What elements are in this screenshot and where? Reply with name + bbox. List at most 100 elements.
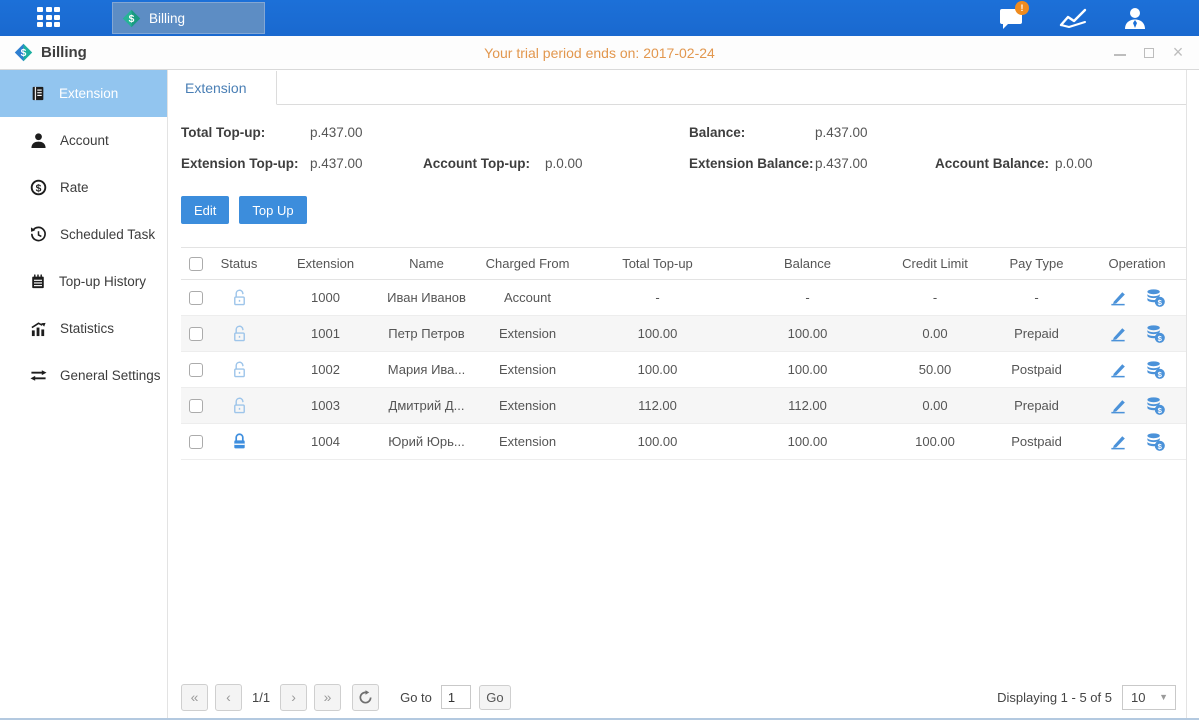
lock-open-icon xyxy=(231,289,248,304)
ledger-icon xyxy=(30,85,46,102)
cell-pay-type: Postpaid xyxy=(985,352,1088,388)
maximize-button[interactable] xyxy=(1142,46,1156,60)
main-panel: Extension Total Top-up: p.437.00 Balance… xyxy=(168,70,1187,718)
sidebar-item-label: Rate xyxy=(60,180,89,195)
column-header-name[interactable]: Name xyxy=(383,248,470,280)
last-page-button[interactable]: » xyxy=(314,684,341,711)
edit-button[interactable]: Edit xyxy=(181,196,229,224)
extension-topup-label: Extension Top-up: xyxy=(181,156,310,171)
cell-name: Мария Ива... xyxy=(383,352,470,388)
table-body: 1000 Иван Иванов Account - - - - $ xyxy=(181,280,1186,460)
cell-total-topup: - xyxy=(585,280,730,316)
top-up-row-icon[interactable]: $ xyxy=(1145,432,1166,452)
next-page-button[interactable]: › xyxy=(280,684,307,711)
edit-row-icon[interactable] xyxy=(1108,396,1128,415)
sidebar-item-account[interactable]: Account xyxy=(0,117,167,164)
cell-charged-from: Extension xyxy=(470,388,585,424)
column-header-status[interactable]: Status xyxy=(210,248,268,280)
table-row[interactable]: 1003 Дмитрий Д... Extension 112.00 112.0… xyxy=(181,388,1186,424)
refresh-button[interactable] xyxy=(352,684,379,711)
minimize-button[interactable] xyxy=(1113,46,1127,60)
svg-text:$: $ xyxy=(21,48,27,59)
first-page-button[interactable]: « xyxy=(181,684,208,711)
go-button[interactable]: Go xyxy=(479,685,511,710)
cell-credit-limit: - xyxy=(885,280,985,316)
cell-charged-from: Extension xyxy=(470,424,585,460)
cell-name: Дмитрий Д... xyxy=(383,388,470,424)
tab-extension[interactable]: Extension xyxy=(168,71,277,105)
goto-page-input[interactable] xyxy=(441,685,471,709)
page-indicator: 1/1 xyxy=(252,690,270,705)
cell-balance: - xyxy=(730,280,885,316)
cell-balance: 112.00 xyxy=(730,388,885,424)
row-checkbox[interactable] xyxy=(189,399,203,413)
notepad-icon xyxy=(30,273,46,290)
reports-chart-icon[interactable] xyxy=(1057,5,1089,31)
select-all-checkbox[interactable] xyxy=(189,257,203,271)
row-checkbox[interactable] xyxy=(189,363,203,377)
top-up-row-icon[interactable]: $ xyxy=(1145,396,1166,416)
stats-icon xyxy=(30,320,47,337)
displaying-range-text: Displaying 1 - 5 of 5 xyxy=(997,690,1112,705)
notification-badge: ! xyxy=(1015,1,1029,15)
column-header-credit-limit[interactable]: Credit Limit xyxy=(885,248,985,280)
sidebar-item-extension[interactable]: Extension xyxy=(0,70,167,117)
cell-extension: 1002 xyxy=(268,352,383,388)
messages-icon[interactable]: ! xyxy=(995,5,1027,31)
top-up-button[interactable]: Top Up xyxy=(239,196,306,224)
column-header-pay-type[interactable]: Pay Type xyxy=(985,248,1088,280)
prev-page-button[interactable]: ‹ xyxy=(215,684,242,711)
pagination-bar: « ‹ 1/1 › » Go to Go Displaying 1 - 5 of… xyxy=(181,682,1176,712)
page-size-select[interactable]: 10 ▼ xyxy=(1122,685,1176,710)
close-button[interactable]: × xyxy=(1171,46,1185,60)
sidebar-item-statistics[interactable]: Statistics xyxy=(0,305,167,352)
extensions-table: Status Extension Name Charged From Total… xyxy=(181,247,1186,460)
table-row[interactable]: 1000 Иван Иванов Account - - - - $ xyxy=(181,280,1186,316)
cell-total-topup: 100.00 xyxy=(585,352,730,388)
sidebar-item-scheduled-task[interactable]: Scheduled Task xyxy=(0,211,167,258)
person-icon xyxy=(30,132,47,149)
edit-row-icon[interactable] xyxy=(1108,432,1128,451)
user-account-icon[interactable] xyxy=(1119,5,1151,31)
column-header-operation[interactable]: Operation xyxy=(1088,248,1186,280)
sidebar-item-rate[interactable]: $ Rate xyxy=(0,164,167,211)
top-up-row-icon[interactable]: $ xyxy=(1145,288,1166,308)
table-row[interactable]: 1001 Петр Петров Extension 100.00 100.00… xyxy=(181,316,1186,352)
sidebar-item-general-settings[interactable]: General Settings xyxy=(0,352,167,399)
cell-name: Юрий Юрь... xyxy=(383,424,470,460)
billing-diamond-icon: $ xyxy=(14,43,33,62)
cell-extension: 1003 xyxy=(268,388,383,424)
edit-row-icon[interactable] xyxy=(1108,288,1128,307)
cell-credit-limit: 50.00 xyxy=(885,352,985,388)
row-checkbox[interactable] xyxy=(189,291,203,305)
sidebar-item-topup-history[interactable]: Top-up History xyxy=(0,258,167,305)
column-header-balance[interactable]: Balance xyxy=(730,248,885,280)
extension-balance-value: p.437.00 xyxy=(815,156,935,171)
column-header-total-topup[interactable]: Total Top-up xyxy=(585,248,730,280)
table-row[interactable]: 1004 Юрий Юрь... Extension 100.00 100.00… xyxy=(181,424,1186,460)
cell-credit-limit: 0.00 xyxy=(885,316,985,352)
edit-row-icon[interactable] xyxy=(1108,360,1128,379)
cell-extension: 1001 xyxy=(268,316,383,352)
balance-label: Balance: xyxy=(689,125,815,140)
open-app-tab-billing[interactable]: $ Billing xyxy=(112,2,265,34)
edit-row-icon[interactable] xyxy=(1108,324,1128,343)
cell-pay-type: - xyxy=(985,280,1088,316)
cell-balance: 100.00 xyxy=(730,424,885,460)
column-header-charged-from[interactable]: Charged From xyxy=(470,248,585,280)
row-checkbox[interactable] xyxy=(189,327,203,341)
cell-balance: 100.00 xyxy=(730,316,885,352)
sidebar-item-label: Scheduled Task xyxy=(60,227,155,242)
app-grid-icon[interactable] xyxy=(37,7,67,29)
lock-closed-icon xyxy=(231,433,248,448)
extension-topup-value: p.437.00 xyxy=(310,156,423,171)
table-row[interactable]: 1002 Мария Ива... Extension 100.00 100.0… xyxy=(181,352,1186,388)
top-up-row-icon[interactable]: $ xyxy=(1145,324,1166,344)
row-checkbox[interactable] xyxy=(189,435,203,449)
lock-open-icon xyxy=(231,397,248,412)
top-up-row-icon[interactable]: $ xyxy=(1145,360,1166,380)
balance-value: p.437.00 xyxy=(815,125,935,140)
extension-balance-label: Extension Balance: xyxy=(689,156,815,171)
account-balance-value: p.0.00 xyxy=(1055,156,1186,171)
column-header-extension[interactable]: Extension xyxy=(268,248,383,280)
